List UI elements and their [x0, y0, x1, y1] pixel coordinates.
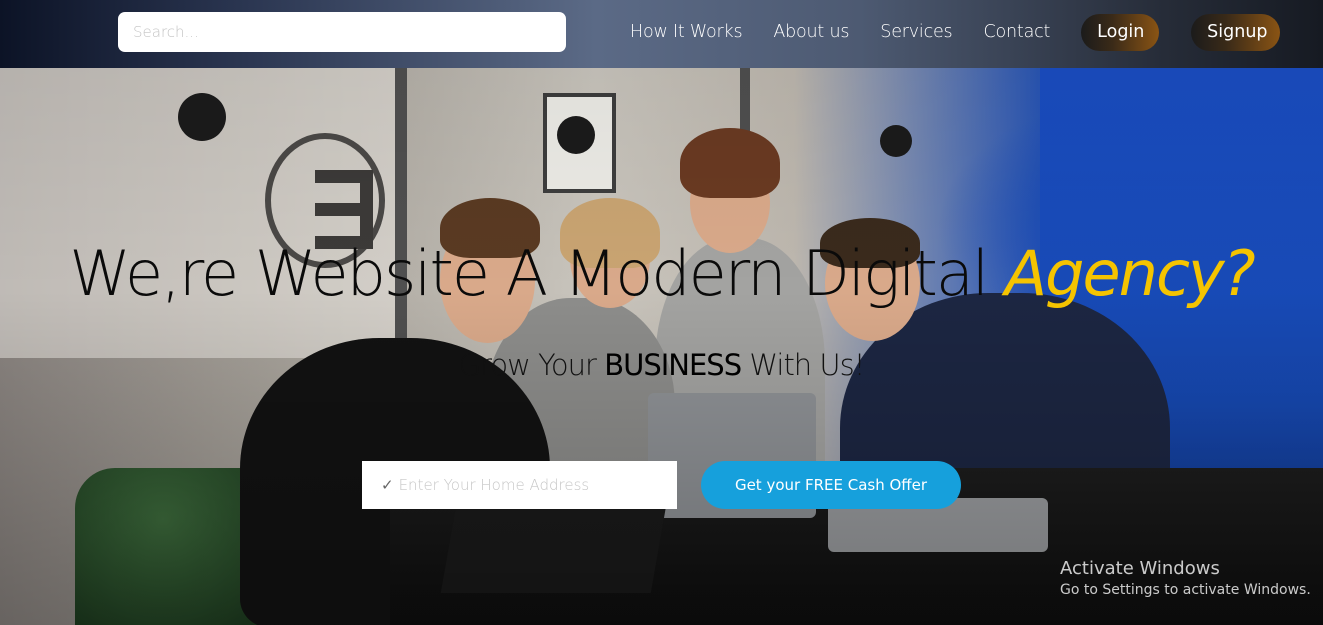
cash-offer-button[interactable]: Get your FREE Cash Offer — [701, 461, 961, 509]
signup-button[interactable]: Signup — [1191, 13, 1281, 51]
login-button[interactable]: Login — [1081, 13, 1160, 51]
hero-subheading: Grow Your BUSINESS With Us! — [0, 348, 1323, 382]
landing-page: How It Works About us Services Contact L… — [0, 0, 1323, 625]
headline-accent: Agency? — [1004, 237, 1256, 310]
watermark-title: Activate Windows — [1060, 558, 1220, 579]
activate-windows-watermark: Activate Windows Go to Settings to activ… — [1060, 558, 1311, 598]
subhead-post: With Us! — [741, 348, 865, 382]
nav-link-about-us[interactable]: About us — [773, 22, 849, 42]
nav-menu: How It Works About us Services Contact L… — [612, 0, 1283, 64]
nav-link-contact[interactable]: Contact — [983, 22, 1050, 42]
subhead-pre: Grow Your — [458, 348, 605, 382]
address-field[interactable] — [398, 470, 659, 500]
hero-background-image — [0, 68, 1323, 625]
nav-link-services[interactable]: Services — [880, 22, 952, 42]
headline-main: We,re Website A Modern Digital — [69, 237, 1005, 310]
nav-link-how-it-works[interactable]: How It Works — [630, 22, 743, 42]
check-icon: ✓ — [381, 476, 394, 494]
search-input[interactable] — [118, 12, 566, 52]
hero-section: We,re Website A Modern Digital Agency? G… — [0, 68, 1323, 625]
watermark-subtitle: Go to Settings to activate Windows. — [1060, 582, 1311, 598]
top-navbar: How It Works About us Services Contact L… — [0, 0, 1323, 68]
hero-headline: We,re Website A Modern Digital Agency? — [0, 237, 1323, 310]
address-input-wrapper: ✓ — [362, 461, 677, 509]
subhead-strong: BUSINESS — [604, 348, 742, 382]
